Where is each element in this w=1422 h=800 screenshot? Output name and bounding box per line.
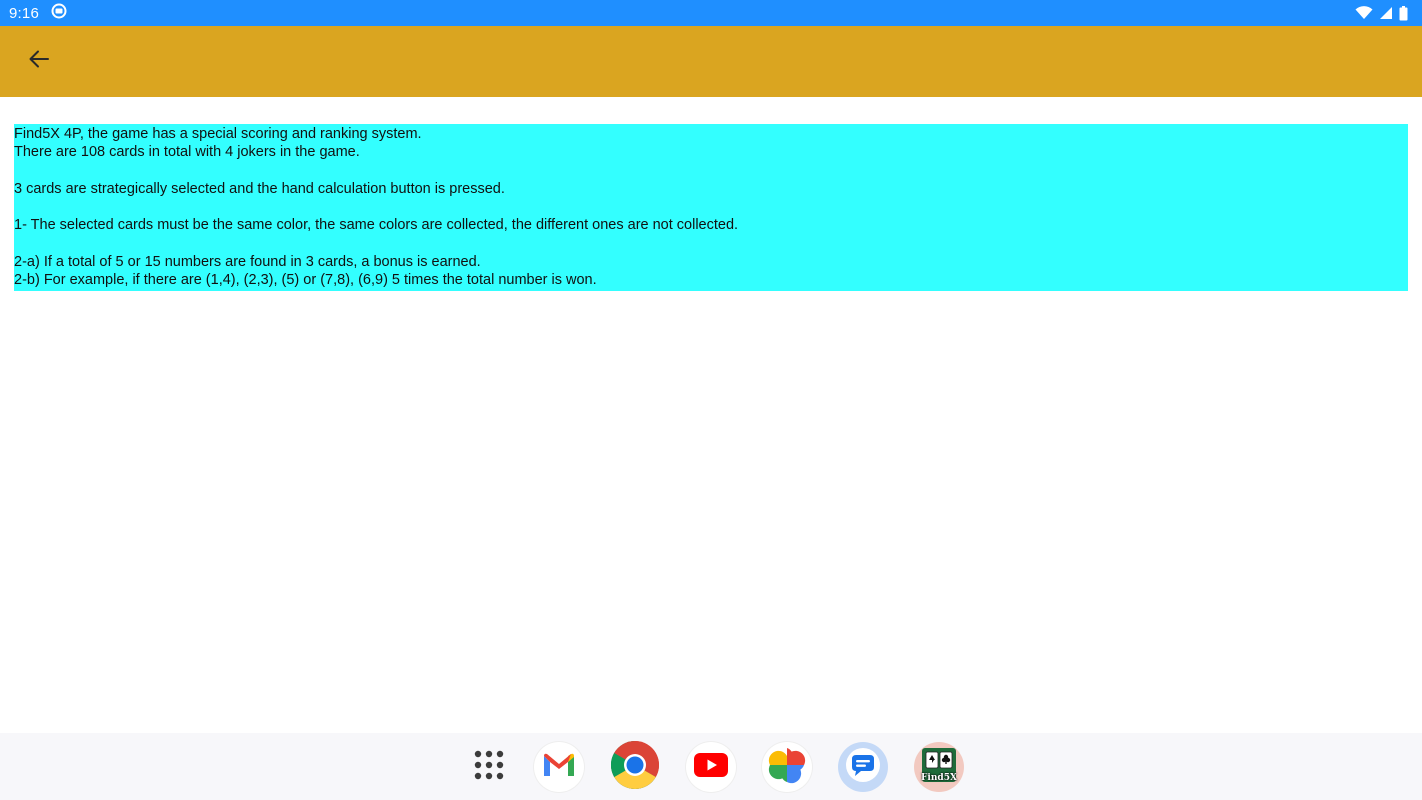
find5x-app-button[interactable]: Find5X [914, 742, 964, 792]
rules-text-block: Find5X 4P, the game has a special scorin… [14, 124, 1408, 291]
rules-line: 1- The selected cards must be the same c… [14, 217, 739, 234]
rules-line: 3 cards are strategically selected and t… [14, 180, 505, 197]
rules-line: There are 108 cards in total with 4 joke… [14, 144, 360, 161]
chrome-app-button[interactable] [610, 740, 660, 795]
youtube-icon [694, 752, 728, 782]
messages-app-button[interactable] [838, 742, 888, 792]
rules-line: 2-b) For example, if there are (1,4), (2… [14, 272, 597, 289]
find5x-label: Find5X [921, 773, 957, 783]
photos-icon [768, 746, 806, 789]
arrow-left-icon [28, 48, 50, 75]
youtube-app-button[interactable] [686, 742, 736, 792]
taskbar-dock: Find5X [0, 733, 1422, 800]
signal-icon [1379, 6, 1393, 20]
rules-line: 2-a) If a total of 5 or 15 numbers are f… [14, 254, 481, 271]
status-right [1355, 5, 1408, 21]
messages-icon [842, 744, 884, 791]
chrome-icon [610, 740, 660, 795]
notification-icon [51, 3, 67, 24]
app-drawer-icon [472, 748, 506, 787]
status-bar: 9:16 [0, 0, 1422, 26]
gmail-app-button[interactable] [534, 742, 584, 792]
rules-line [14, 198, 1408, 216]
gmail-icon [542, 752, 576, 783]
rules-line [14, 162, 1408, 180]
status-time: 9:16 [9, 4, 39, 22]
photos-app-button[interactable] [762, 742, 812, 792]
rules-line: Find5X 4P, the game has a special scorin… [14, 126, 422, 142]
back-button[interactable] [22, 44, 56, 78]
rules-line [14, 235, 1408, 253]
battery-icon [1399, 5, 1408, 21]
wifi-icon [1355, 6, 1373, 20]
app-drawer-button[interactable] [464, 742, 514, 792]
app-bar [0, 26, 1422, 97]
status-left: 9:16 [9, 3, 67, 24]
